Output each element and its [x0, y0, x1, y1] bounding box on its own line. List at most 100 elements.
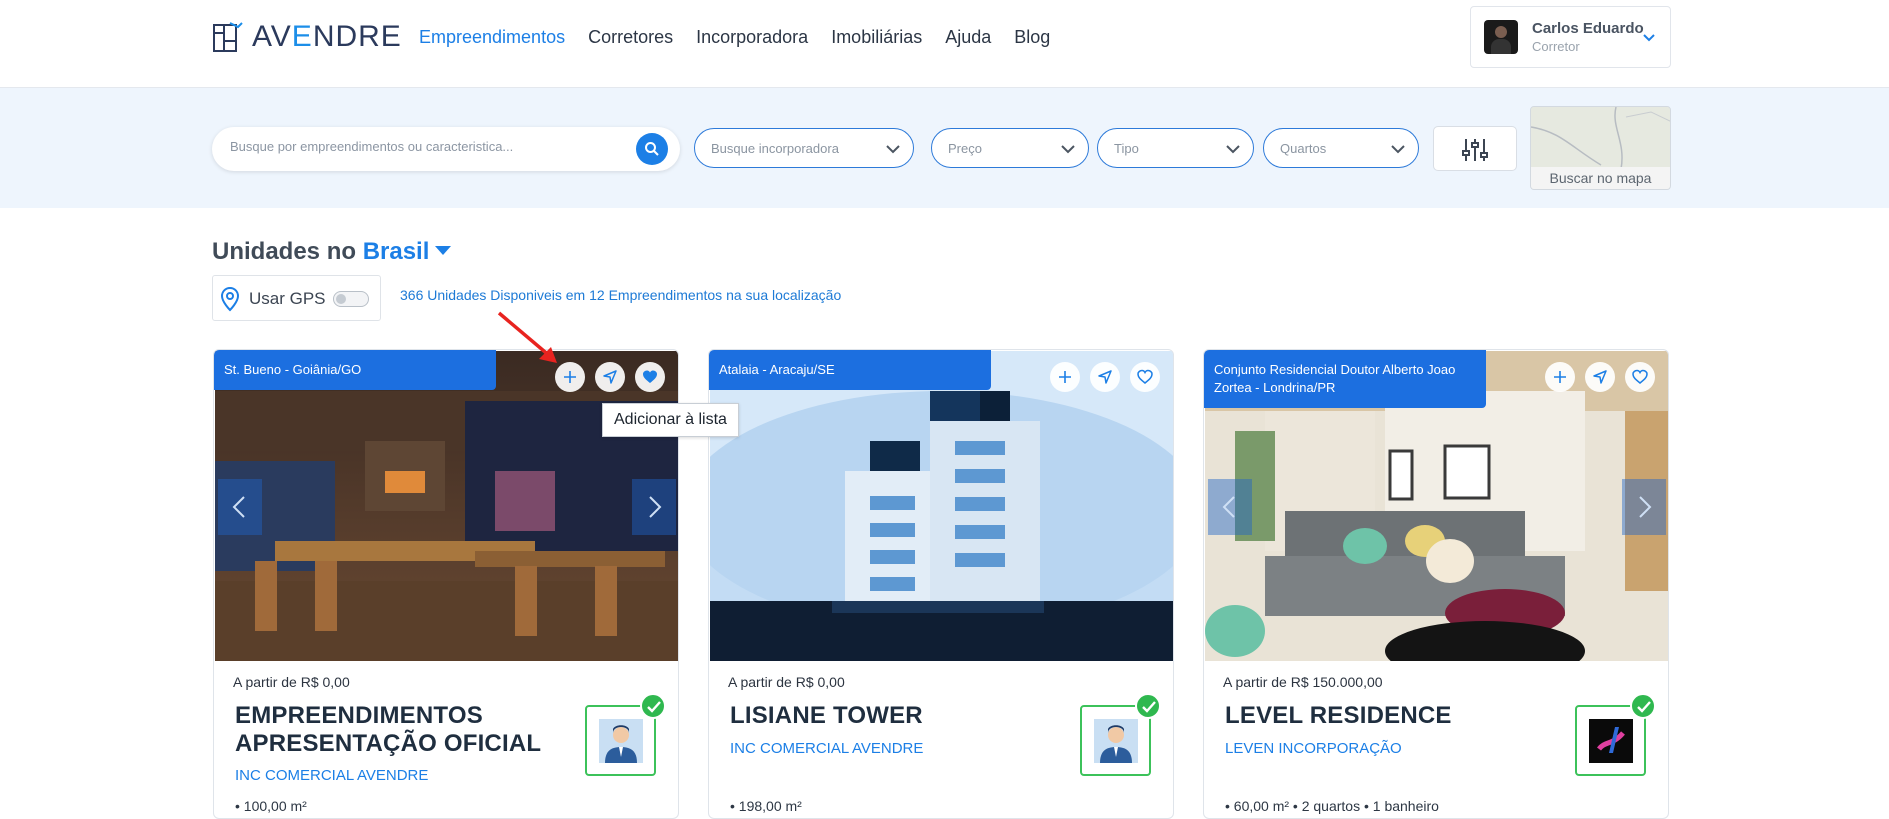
company-name[interactable]: INC COMERCIAL AVENDRE: [730, 740, 923, 757]
plus-icon: [1554, 371, 1566, 383]
favorite-button[interactable]: [1625, 362, 1655, 392]
verified-badge: [640, 693, 666, 719]
location-tag: Conjunto Residencial Doutor Alberto Joao…: [1204, 350, 1486, 408]
price-label: A partir de R$ 150.000,00: [1223, 674, 1383, 690]
favorite-button[interactable]: [1130, 362, 1160, 392]
company-name[interactable]: INC COMERCIAL AVENDRE: [235, 767, 428, 784]
avendre-logo[interactable]: AVENDRE: [212, 20, 402, 54]
price-label: A partir de R$ 0,00: [233, 674, 350, 690]
heart-filled-icon: [643, 370, 657, 383]
property-card[interactable]: Atalaia - Aracaju/SE A partir de R$ 0,00…: [708, 349, 1174, 819]
chevron-down-icon: [1226, 145, 1240, 154]
map-thumbnail: [1531, 107, 1670, 169]
nav-ajuda[interactable]: Ajuda: [945, 25, 991, 49]
chevron-down-icon: [1643, 34, 1655, 42]
red-arrow-annotation-icon: [497, 311, 557, 363]
check-icon: [647, 701, 661, 713]
navigation-arrow-icon: [1098, 370, 1112, 384]
property-features: • 100,00 m²: [235, 798, 307, 814]
location-pin-icon: [220, 286, 240, 312]
price-label: A partir de R$ 0,00: [728, 674, 845, 690]
availability-count: 366 Unidades Disponiveis em 12 Empreendi…: [400, 287, 842, 303]
next-image-button[interactable]: [632, 479, 676, 535]
plus-icon: [1059, 371, 1071, 383]
heart-outline-icon: [1137, 369, 1153, 384]
incorporadora-select[interactable]: Busque incorporadora: [694, 128, 914, 168]
chevron-right-icon: [649, 496, 662, 518]
tipo-select-label: Tipo: [1114, 141, 1139, 156]
search-icon: [645, 142, 659, 156]
property-card[interactable]: Conjunto Residencial Doutor Alberto Joao…: [1203, 349, 1669, 819]
add-to-list-button[interactable]: [1545, 362, 1575, 392]
company-logo[interactable]: [1080, 693, 1161, 776]
nav-corretores[interactable]: Corretores: [588, 25, 673, 49]
map-search-button[interactable]: Buscar no mapa: [1530, 106, 1671, 190]
next-image-button[interactable]: [1622, 479, 1666, 535]
nav-empreendimentos[interactable]: Empreendimentos: [419, 25, 565, 49]
person-avatar-icon: [1094, 719, 1138, 763]
chevron-down-icon: [1391, 145, 1405, 154]
property-features: • 198,00 m²: [730, 798, 802, 814]
quartos-select-label: Quartos: [1280, 141, 1327, 156]
check-icon: [1142, 701, 1156, 713]
search-input[interactable]: [230, 139, 610, 154]
gps-toggle-box: Usar GPS: [212, 275, 381, 321]
page-title: Unidades no Brasil: [212, 238, 452, 266]
property-image: [710, 351, 1173, 661]
nav-imobiliarias[interactable]: Imobiliárias: [831, 25, 922, 49]
plus-icon: [564, 371, 576, 383]
map-button-label: Buscar no mapa: [1531, 167, 1670, 189]
add-to-list-button[interactable]: [1050, 362, 1080, 392]
location-selector[interactable]: Brasil: [363, 238, 430, 265]
incorporadora-select-label: Busque incorporadora: [711, 141, 839, 156]
preco-select[interactable]: Preço: [931, 128, 1089, 168]
verified-badge: [1135, 693, 1161, 719]
location-tag: St. Bueno - Goiânia/GO: [214, 350, 496, 390]
prev-image-button[interactable]: [1208, 479, 1252, 535]
navigate-button[interactable]: [595, 362, 625, 392]
add-to-list-tooltip: Adicionar à lista: [602, 403, 739, 437]
nav-blog[interactable]: Blog: [1014, 25, 1050, 49]
navigate-button[interactable]: [1090, 362, 1120, 392]
gps-toggle[interactable]: [333, 291, 369, 307]
property-title[interactable]: LISIANE TOWER: [730, 702, 1060, 730]
nav-incorporadora[interactable]: Incorporadora: [696, 25, 808, 49]
property-title[interactable]: LEVEL RESIDENCE: [1225, 702, 1555, 730]
user-menu[interactable]: Carlos Eduardo Corretor: [1470, 6, 1671, 68]
search-bar: [212, 127, 680, 171]
caret-down-icon[interactable]: [435, 246, 452, 255]
user-role: Corretor: [1532, 39, 1580, 54]
logo-text: AVENDRE: [252, 20, 402, 53]
preco-select-label: Preço: [948, 141, 982, 156]
prev-image-button[interactable]: [218, 479, 262, 535]
company-logo[interactable]: [585, 693, 666, 776]
chevron-left-icon: [232, 496, 245, 518]
chevron-down-icon: [1061, 145, 1075, 154]
person-avatar-icon: [599, 719, 643, 763]
property-features: • 60,00 m² • 2 quartos • 1 banheiro: [1225, 798, 1439, 814]
verified-badge: [1630, 693, 1656, 719]
navigation-arrow-icon: [1593, 370, 1607, 384]
check-icon: [1637, 701, 1651, 713]
quartos-select[interactable]: Quartos: [1263, 128, 1419, 168]
property-title[interactable]: EMPREENDIMENTOS APRESENTAÇÃO OFICIAL: [235, 702, 565, 758]
advanced-filter-button[interactable]: [1433, 126, 1517, 171]
search-button[interactable]: [636, 133, 668, 165]
logo-mark-icon: [213, 22, 243, 52]
navigation-arrow-icon: [603, 370, 617, 384]
main-nav: Empreendimentos Corretores Incorporadora…: [419, 25, 1073, 49]
top-navbar: AVENDRE Empreendimentos Corretores Incor…: [0, 0, 1889, 88]
location-tag: Atalaia - Aracaju/SE: [709, 350, 991, 390]
chevron-down-icon: [886, 145, 900, 154]
chevron-left-icon: [1222, 496, 1235, 518]
sliders-icon: [1462, 139, 1488, 161]
navigate-button[interactable]: [1585, 362, 1615, 392]
property-image: [215, 351, 678, 661]
tipo-select[interactable]: Tipo: [1097, 128, 1254, 168]
favorite-button[interactable]: [635, 362, 665, 392]
user-name: Carlos Eduardo: [1532, 20, 1644, 37]
leven-logo-icon: [1589, 719, 1633, 763]
company-logo[interactable]: [1575, 693, 1656, 776]
chevron-right-icon: [1639, 496, 1652, 518]
company-name[interactable]: LEVEN INCORPORAÇÃO: [1225, 740, 1402, 757]
